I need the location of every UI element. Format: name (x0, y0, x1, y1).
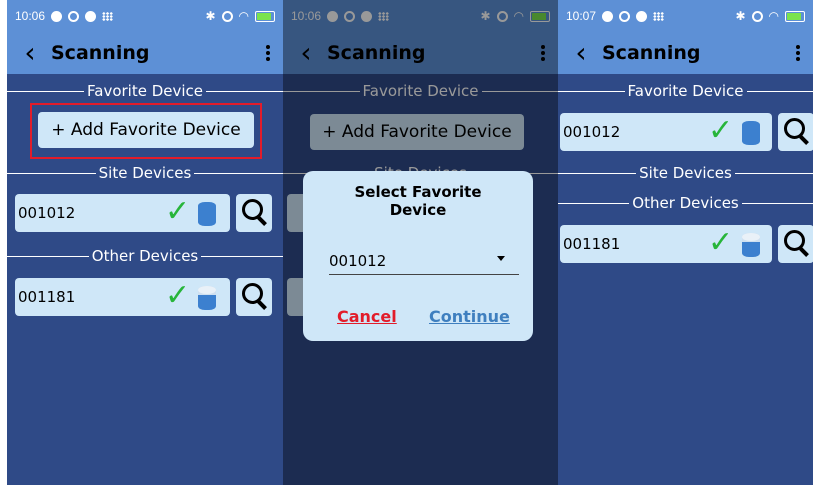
selected-device: 001012 (329, 252, 387, 270)
other-device-row: 001181 ✓ (560, 225, 813, 263)
app-icon (636, 10, 648, 22)
other-device-row: 001181 ✓ (15, 278, 277, 316)
favorite-device-row: 001012 ✓ (560, 113, 813, 151)
status-time: 10:06 (15, 9, 46, 23)
add-favorite-device-button[interactable]: + Add Favorite Device (38, 112, 254, 148)
vibrate-icon (751, 10, 763, 22)
device-id: 001181 (18, 288, 76, 306)
wifi-icon: ◠ (768, 9, 779, 23)
section-favorite-device: Favorite Device (7, 81, 283, 101)
section-label: Site Devices (639, 164, 732, 182)
check-circle-icon (602, 10, 614, 22)
search-icon (784, 230, 805, 251)
status-bar: 10:07 ✱ ◠ (558, 0, 813, 32)
overflow-menu-icon[interactable] (783, 45, 813, 61)
checkmark-icon: ✓ (165, 194, 191, 229)
location-icon (68, 10, 80, 22)
search-button[interactable] (236, 278, 272, 316)
app-icon (85, 10, 97, 22)
vibrate-icon (221, 10, 233, 22)
checkmark-icon: ✓ (165, 278, 191, 313)
section-other-devices: Other Devices (7, 246, 283, 266)
wifi-icon: ◠ (238, 9, 249, 23)
battery-icon (255, 10, 275, 22)
search-icon (242, 199, 263, 220)
back-arrow-icon[interactable]: ‹ (7, 39, 43, 67)
device-card[interactable]: 001012 ✓ (15, 194, 230, 232)
section-label: Favorite Device (627, 82, 744, 100)
screen-2: 10:06 ✱ ◠ ‹ Scanning Favorite Device + A… (283, 0, 558, 485)
status-time: 10:07 (566, 9, 597, 23)
page-title: Scanning (602, 42, 701, 64)
select-favorite-dialog: Select Favorite Device 001012 Cancel Con… (303, 171, 533, 341)
bluetooth-icon: ✱ (205, 9, 216, 23)
device-card[interactable]: 001181 ✓ (15, 278, 230, 316)
checkmark-icon: ✓ (708, 225, 734, 260)
device-id: 001012 (18, 204, 76, 222)
device-id: 001012 (563, 123, 621, 141)
checkmark-icon: ✓ (708, 113, 734, 148)
dialog-title: Select Favorite Device (354, 183, 482, 219)
battery-icon (785, 10, 805, 22)
tank-icon (742, 233, 760, 257)
section-label: Site Devices (98, 164, 192, 182)
continue-button[interactable]: Continue (429, 307, 510, 326)
search-button[interactable] (236, 194, 272, 232)
search-button[interactable] (778, 225, 813, 263)
section-site-devices: Site Devices (558, 163, 813, 183)
section-label: Other Devices (632, 194, 739, 212)
status-bar: 10:06 ✱ ◠ (7, 0, 283, 32)
section-site-devices: Site Devices (7, 163, 283, 183)
location-icon (619, 10, 631, 22)
cancel-button[interactable]: Cancel (337, 307, 397, 326)
screen-1: 10:06 ✱ ◠ ‹ Scanning Favorite Device + A… (7, 0, 283, 485)
device-card[interactable]: 001012 ✓ (560, 113, 772, 151)
dropdown-caret-icon (497, 256, 505, 261)
back-arrow-icon[interactable]: ‹ (558, 39, 594, 67)
site-device-row: 001012 ✓ (15, 194, 277, 232)
tank-icon (198, 286, 216, 310)
device-card[interactable]: 001181 ✓ (560, 225, 772, 263)
check-circle-icon (51, 10, 63, 22)
screen-3: 10:07 ✱ ◠ ‹ Scanning Favorite Device 001… (558, 0, 813, 485)
device-id: 001181 (563, 235, 621, 253)
grid-icon (102, 11, 114, 21)
section-label: Other Devices (91, 247, 199, 265)
search-button[interactable] (778, 113, 813, 151)
grid-icon (653, 11, 665, 21)
tank-icon (742, 121, 760, 145)
favorite-device-select[interactable]: 001012 (329, 243, 519, 275)
search-icon (784, 118, 805, 139)
bluetooth-icon: ✱ (735, 9, 746, 23)
search-icon (242, 283, 263, 304)
app-bar: ‹ Scanning (558, 32, 813, 74)
section-label: Favorite Device (87, 82, 204, 100)
overflow-menu-icon[interactable] (253, 45, 283, 61)
section-other-devices: Other Devices (558, 193, 813, 213)
page-title: Scanning (51, 42, 150, 64)
tank-icon (198, 202, 216, 226)
app-bar: ‹ Scanning (7, 32, 283, 74)
section-favorite-device: Favorite Device (558, 81, 813, 101)
